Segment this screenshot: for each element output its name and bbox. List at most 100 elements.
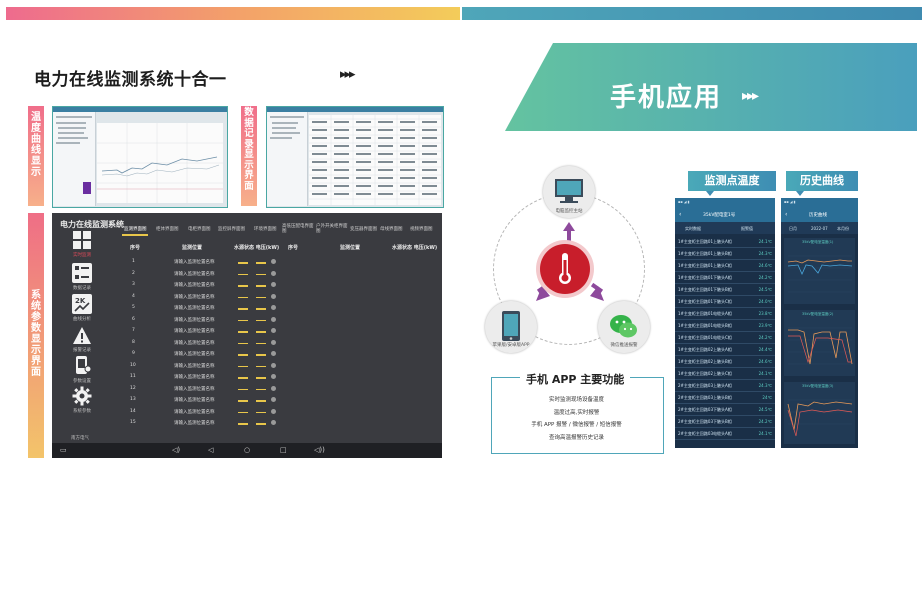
list-item[interactable]: 1#主变柜主回路01上触头B相 24.3℃: [675, 248, 775, 260]
table-row: 6 请输入监测位置名称: [116, 314, 438, 325]
list-item[interactable]: 2#主变柜主回路03下触头A相 24.5℃: [675, 404, 775, 416]
side-menu-label[interactable]: 数据记录: [62, 285, 102, 291]
tab-item[interactable]: 视频界面图: [410, 226, 433, 232]
data-table: [309, 115, 441, 205]
filter-select[interactable]: 实时数据: [685, 226, 701, 232]
tab-item[interactable]: 柜体界面图: [156, 226, 179, 232]
tag-notch: [706, 191, 714, 196]
side-menu-label[interactable]: 实时监测: [62, 252, 102, 258]
back-icon[interactable]: ‹: [785, 211, 787, 218]
history-phone-screen: ▪▪ ◢ ▮ ‹ 历史曲线 日月 2022-07 本月份 35kV配电室温度(1…: [781, 198, 858, 448]
phone-header: ▪▪ ◢ ▮ ‹ 历史曲线: [781, 198, 858, 222]
warning-icon[interactable]: [72, 326, 92, 346]
list-icon[interactable]: [72, 263, 92, 283]
table-row: 13 请输入监测位置名称: [116, 394, 438, 405]
node-label-left: 苹果版/安卓版APP: [492, 343, 530, 348]
filter-select[interactable]: 本月份: [837, 226, 849, 232]
tab-item[interactable]: 变压器界面图: [350, 226, 377, 232]
back-icon[interactable]: ‹: [679, 211, 681, 218]
list-item[interactable]: 2#主变柜主回路03下触头B相 24.2℃: [675, 416, 775, 428]
list-item[interactable]: 1#主变柜主回路02上触头B相 24.6℃: [675, 356, 775, 368]
side-menu-label[interactable]: 报警记录: [62, 347, 102, 353]
tab-bar: 监测界面图 柜体界面图 电柜界面图 监控屏界面图 环境界面图 高低压配电界面图 …: [116, 224, 438, 236]
back-icon[interactable]: ◁: [208, 446, 213, 454]
status-dot: [271, 362, 276, 368]
volume-down-icon[interactable]: ◁): [172, 446, 180, 454]
tag-notch: [796, 191, 804, 196]
filter-row: 实时数据 报警值: [675, 222, 775, 234]
list-item[interactable]: 1#主变柜主回路02上触头C相 24.1℃: [675, 368, 775, 380]
filter-select[interactable]: 报警值: [741, 226, 753, 232]
history-chart: 35kV配电室温度(1): [784, 238, 855, 304]
filter-row: 日月 2022-07 本月份: [781, 222, 858, 234]
phone-title: 35kV配电室1号: [703, 213, 736, 218]
tab-item[interactable]: 高低压配电界面图: [282, 224, 316, 234]
table-row: 10 请输入监测位置名称: [116, 360, 438, 371]
list-item[interactable]: 1#主变柜主回路02上触头A相 24.4℃: [675, 344, 775, 356]
history-chart: 35kV配电室温度(2): [784, 310, 855, 376]
list-item[interactable]: 1#主变柜主回路01电缆头C相 24.2℃: [675, 332, 775, 344]
status-dot: [271, 420, 276, 425]
list-item[interactable]: 1#主变柜主回路01下触头A相 24.2℃: [675, 272, 775, 284]
function-item: 查询高温报警历史记录: [548, 435, 604, 441]
tab-item[interactable]: 监控屏界面图: [218, 226, 245, 232]
status-dot: [271, 270, 276, 276]
top-gradient-bar-right: [462, 7, 922, 20]
chart-icon[interactable]: 2K: [72, 294, 92, 314]
table-row: 9 请输入监测位置名称: [116, 348, 438, 359]
tree-panel: [53, 112, 96, 206]
col-header: 序号: [288, 245, 299, 251]
col-header: 水源状态 电压(kW): [234, 245, 280, 251]
node-label-top: 电脑监控主站: [555, 209, 583, 214]
side-menu-label[interactable]: 系统参数: [62, 408, 102, 414]
status-dot: [271, 316, 276, 322]
list-item[interactable]: 1#主变柜主回路01下触头B相 24.5℃: [675, 284, 775, 296]
table-row: 4 请输入监测位置名称: [116, 291, 438, 302]
status-bar: ▪▪ ◢ ▮: [678, 200, 690, 204]
col-header: 监测位置: [340, 245, 361, 251]
filter-select[interactable]: 2022-07: [811, 226, 828, 231]
gear-icon[interactable]: [72, 386, 92, 406]
list-item[interactable]: 1#主变柜主回路01下触头C相 24.0℃: [675, 296, 775, 308]
table-row: 5 请输入监测位置名称: [116, 302, 438, 313]
data-record-screenshot: [266, 106, 444, 208]
phone-header: ▪▪ ◢ ▮ ‹ 35kV配电室1号: [675, 198, 775, 222]
arrows-icon: ▸▸▸: [340, 67, 356, 82]
chart-title: 35kV配电室温度(1): [802, 240, 834, 244]
tab-item[interactable]: 电柜界面图: [188, 226, 211, 232]
list-item[interactable]: 1#主变柜主回路01上触头C相 24.6℃: [675, 260, 775, 272]
temp-list: 1#主变柜主回路01上触头A相 24.1℃ 1#主变柜主回路01上触头B相 24.3…: [675, 236, 775, 440]
volume-up-icon[interactable]: ◁)): [314, 446, 325, 454]
label-sys-params: 系统参数显示界面: [31, 290, 41, 378]
col-header: 监测位置: [182, 245, 203, 251]
recents-icon[interactable]: □: [280, 446, 287, 454]
table-row: 8 请输入监测位置名称: [116, 337, 438, 348]
list-item[interactable]: 1#主变柜主回路01电缆头A相 23.8℃: [675, 308, 775, 320]
tab-item[interactable]: 户外开关柜界面图: [316, 224, 348, 234]
keyboard-icon[interactable]: ▭: [60, 446, 67, 454]
list-item[interactable]: 1#主变柜主回路01上触头A相 24.1℃: [675, 236, 775, 248]
tab-item[interactable]: 监测界面图: [124, 226, 147, 232]
label-temp-curve: 温度曲线显示: [31, 112, 41, 178]
status-dot: [271, 328, 276, 333]
list-item[interactable]: 2#主变柜主回路03上触头B相 24℃: [675, 392, 775, 404]
top-gradient-bar-left: [6, 7, 460, 20]
banner-arrows-icon: ▸▸▸: [742, 88, 759, 104]
table-row: 2 请输入监测位置名称: [116, 268, 438, 279]
active-tab-indicator: [122, 234, 148, 236]
filter-select[interactable]: 日月: [789, 226, 797, 232]
temp-tag: 监测点温度: [688, 171, 776, 191]
tab-item[interactable]: 母线界面图: [380, 226, 403, 232]
list-item[interactable]: 1#主变柜主回路01电缆头B相 23.9℃: [675, 320, 775, 332]
tab-item[interactable]: 环境界面图: [254, 226, 277, 232]
side-menu-label[interactable]: 参数设置: [62, 378, 102, 384]
side-menu-label[interactable]: 曲线分析: [62, 316, 102, 322]
grid-icon[interactable]: [72, 230, 92, 250]
home-icon[interactable]: ○: [244, 446, 250, 454]
table-row: 1 请输入监测位置名称: [116, 256, 438, 267]
device-icon[interactable]: [72, 355, 92, 375]
list-item[interactable]: 2#主变柜主回路03电缆头A相 24.1℃: [675, 428, 775, 440]
table-row: 7 请输入监测位置名称: [116, 325, 438, 336]
history-tag: 历史曲线: [786, 171, 858, 191]
list-item[interactable]: 2#主变柜主回路03上触头A相 24.3℃: [675, 380, 775, 392]
